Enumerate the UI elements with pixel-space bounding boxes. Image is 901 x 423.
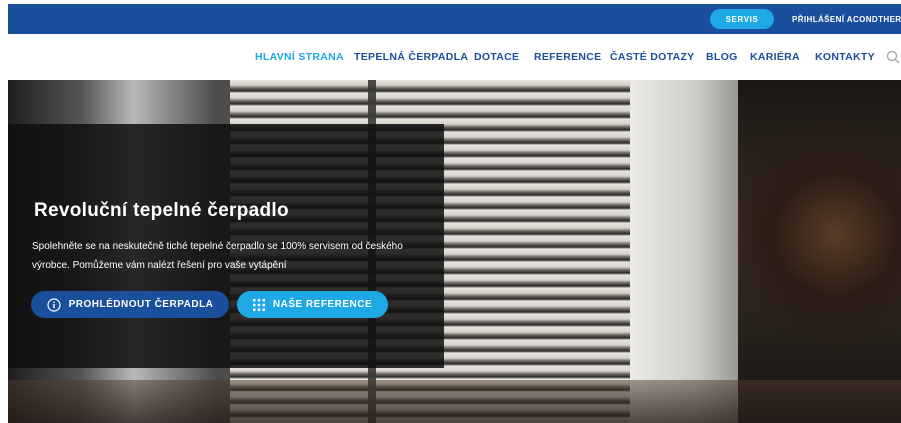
hero-section: Revoluční tepelné čerpadlo Spolehněte se…	[8, 80, 901, 423]
our-references-label: NAŠE REFERENCE	[272, 299, 373, 310]
nav-item-faq[interactable]: ČASTÉ DOTAZY	[610, 34, 695, 80]
nav-item-career[interactable]: KARIÉRA	[750, 34, 800, 80]
main-nav: HLAVNÍ STRANA TEPELNÁ ČERPADLA DOTACE RE…	[8, 34, 901, 80]
nav-item-home[interactable]: HLAVNÍ STRANA	[255, 34, 344, 80]
hero-title: Revoluční tepelné čerpadlo	[34, 200, 289, 221]
grid-icon	[252, 298, 265, 311]
nav-item-subsidies[interactable]: DOTACE	[474, 34, 519, 80]
hero-background-floor	[8, 380, 901, 423]
nav-item-heat-pumps[interactable]: TEPELNÁ ČERPADLA	[354, 34, 468, 80]
view-pumps-button[interactable]: PROHLÉDNOUT ČERPADLA	[31, 291, 229, 318]
our-references-button[interactable]: NAŠE REFERENCE	[237, 291, 388, 318]
nav-item-blog[interactable]: BLOG	[706, 34, 738, 80]
info-icon	[46, 297, 61, 312]
hero-background-unit	[630, 80, 738, 423]
servis-button[interactable]: SERVIS	[710, 9, 774, 29]
nav-item-contacts[interactable]: KONTAKTY	[815, 34, 875, 80]
top-utility-bar: SERVIS PŘIHLÁŠENÍ ACONDTHERM	[8, 4, 901, 34]
hero-description: Spolehněte se na neskutečně tiché tepeln…	[32, 241, 403, 271]
search-icon[interactable]	[886, 50, 900, 64]
nav-item-references[interactable]: REFERENCE	[534, 34, 601, 80]
hero-background-machinery	[738, 80, 901, 423]
login-link[interactable]: PŘIHLÁŠENÍ ACONDTHERM	[792, 9, 901, 29]
view-pumps-label: PROHLÉDNOUT ČERPADLA	[68, 299, 214, 310]
